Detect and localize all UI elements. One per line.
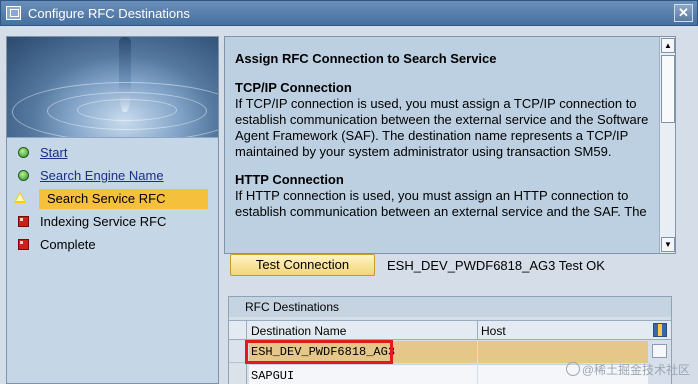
title-bar: Configure RFC Destinations ✕ <box>0 0 698 26</box>
scroll-down-icon[interactable]: ▼ <box>661 237 675 252</box>
select-all-cell[interactable] <box>229 321 247 340</box>
column-header-destination[interactable]: Destination Name <box>251 324 346 338</box>
watermark: @稀土掘金技术社区 <box>565 361 690 378</box>
status-pending-icon <box>18 216 29 227</box>
table-settings-icon[interactable] <box>653 323 667 337</box>
table-row[interactable]: ESH_DEV_PWDF6818_AG3 <box>229 340 671 364</box>
wizard-step-list: Start Search Engine Name Search Service … <box>7 137 218 383</box>
help-heading: Assign RFC Connection to Search Service <box>235 51 497 66</box>
step-label: Indexing Service RFC <box>40 214 167 229</box>
table-header: Destination Name Host <box>229 320 671 340</box>
destination-name-cell[interactable]: SAPGUI <box>249 364 477 384</box>
tcp-ip-text: If TCP/IP connection is used, you must a… <box>235 96 649 159</box>
close-button[interactable]: ✕ <box>674 4 693 22</box>
step-start[interactable]: Start <box>15 143 205 163</box>
scroll-thumb[interactable] <box>661 55 675 123</box>
host-cell[interactable] <box>478 341 648 363</box>
test-status-text: ESH_DEV_PWDF6818_AG3 Test OK <box>387 258 605 273</box>
step-label: Search Service RFC <box>47 191 166 206</box>
row-selector[interactable] <box>229 364 247 384</box>
step-indexing-service-rfc: Indexing Service RFC <box>15 212 205 232</box>
step-search-engine-name[interactable]: Search Engine Name <box>15 166 205 186</box>
step-label: Complete <box>40 237 96 252</box>
test-connection-button[interactable]: Test Connection <box>230 254 375 276</box>
tcp-ip-heading: TCP/IP Connection <box>235 80 352 95</box>
scroll-up-icon[interactable]: ▲ <box>661 38 675 53</box>
window-icon <box>6 6 21 20</box>
step-label[interactable]: Start <box>40 145 67 160</box>
wizard-steps-panel: Start Search Engine Name Search Service … <box>6 36 219 384</box>
table-caption: RFC Destinations <box>229 297 671 317</box>
help-text-panel: Assign RFC Connection to Search Service … <box>224 36 676 254</box>
help-scrollbar[interactable]: ▲ ▼ <box>659 37 675 253</box>
watermark-text: @稀土掘金技术社区 <box>581 363 690 377</box>
dialog-body: Start Search Engine Name Search Service … <box>0 26 698 384</box>
status-done-icon <box>18 170 29 181</box>
http-heading: HTTP Connection <box>235 172 344 187</box>
warning-triangle-icon <box>14 192 26 203</box>
step-label[interactable]: Search Engine Name <box>40 168 164 183</box>
step-complete: Complete <box>15 235 205 255</box>
window-title: Configure RFC Destinations <box>28 6 190 21</box>
status-done-icon <box>18 147 29 158</box>
step-search-service-rfc[interactable]: Search Service RFC <box>14 189 208 209</box>
status-pending-icon <box>18 239 29 250</box>
row-checkbox[interactable] <box>652 344 667 358</box>
column-header-host[interactable]: Host <box>481 324 506 338</box>
highlight-box <box>245 340 393 364</box>
http-text: If HTTP connection is used, you must ass… <box>235 188 647 219</box>
watermark-logo-icon <box>565 362 580 376</box>
